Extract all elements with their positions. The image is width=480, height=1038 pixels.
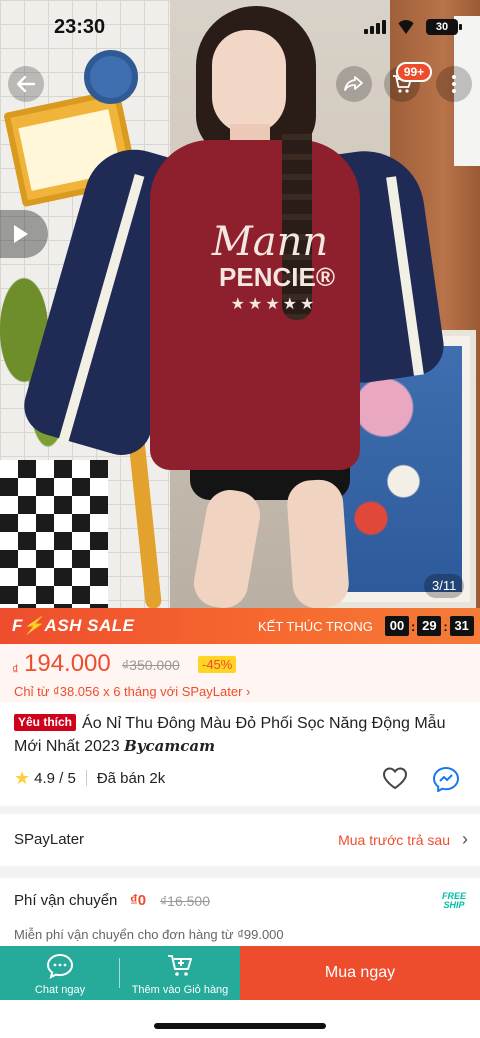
price-section: ₫ 194.000 ₫350.000 -45% Chỉ từ ₫38.056 x… <box>0 644 480 702</box>
rating-value: 4.9 / 5 <box>34 769 76 787</box>
arrow-left-icon <box>16 75 36 93</box>
flash-sale-ends-label: KẾT THÚC TRONG <box>258 619 373 634</box>
countdown-timer: 00 : 29 : 31 <box>385 616 474 636</box>
add-cart-label: Thêm vào Giỏ hàng <box>131 984 229 996</box>
buy-now-button[interactable]: Mua ngay <box>240 946 480 1000</box>
action-divider <box>119 958 120 988</box>
add-cart-icon <box>168 955 192 976</box>
more-button[interactable] <box>436 66 472 102</box>
battery-icon: 30 <box>426 19 462 35</box>
photo-checker-table <box>0 460 108 608</box>
timer-hours: 00 <box>385 616 409 636</box>
photo-leg-right <box>285 478 351 608</box>
chat-icon <box>46 953 74 979</box>
favorite-badge: Yêu thích <box>14 714 77 731</box>
section-gap <box>0 866 480 878</box>
chevron-right-icon: › <box>462 829 468 849</box>
price-currency: ₫ <box>12 662 19 677</box>
chat-label: Chat ngay <box>34 984 86 996</box>
wifi-icon <box>396 20 416 34</box>
signal-icon <box>364 20 386 34</box>
status-time: 23:30 <box>54 16 106 38</box>
heart-icon[interactable] <box>382 766 408 790</box>
freeship-badge: FREE SHIP <box>442 891 467 910</box>
back-button[interactable] <box>8 66 44 102</box>
product-page: Mann PENCIE® ★★★★★ 23:30 30 99+ 3/11 F⚡A… <box>0 0 480 1038</box>
product-title: Yêu thích Áo Nỉ Thu Đông Màu Đỏ Phối Sọc … <box>14 712 470 758</box>
home-indicator[interactable] <box>154 1023 326 1029</box>
more-dots-icon <box>452 75 456 93</box>
brand-name: Bycamcam <box>124 737 215 755</box>
shipping-original-price: ₫16.500 <box>160 893 211 909</box>
timer-minutes: 29 <box>417 616 442 636</box>
flash-sale-bar[interactable]: F⚡ASH SALE KẾT THÚC TRONG 00 : 29 : 31 <box>0 608 480 644</box>
flash-sale-title: F⚡ASH SALE <box>12 616 135 635</box>
play-video-button[interactable] <box>0 210 48 258</box>
sold-count: Đã bán 2k <box>96 769 166 787</box>
messenger-share-icon[interactable] <box>432 766 460 792</box>
timer-seconds: 31 <box>449 616 474 636</box>
installment-link[interactable]: Chỉ từ ₫38.056 x 6 tháng với SPayLater › <box>14 684 250 699</box>
photo-leg-left <box>190 486 264 608</box>
status-bar: 23:30 30 <box>0 0 480 56</box>
status-icons: 30 <box>364 19 462 35</box>
image-counter: 3/11 <box>424 574 465 598</box>
bottom-action-bar: Chat ngay Thêm vào Giỏ hàng Mua ngay <box>0 946 480 1000</box>
share-icon <box>344 76 363 91</box>
product-title-text: Áo Nỉ Thu Đông Màu Đỏ Phối Sọc Năng Động… <box>14 715 446 755</box>
star-icon: ★ <box>14 767 31 788</box>
rating-row[interactable]: ★ 4.9 / 5 Đã bán 2k <box>14 766 165 790</box>
spaylater-label: SPayLater <box>14 831 85 848</box>
section-gap <box>0 806 480 814</box>
spaylater-cta: Mua trước trả sau <box>338 832 450 848</box>
sweater-print-sub: PENCIE® <box>219 262 335 292</box>
shipping-price: ₫0 <box>130 892 147 909</box>
cart-count-badge: 99+ <box>396 62 432 82</box>
photo-lamp-joint <box>84 50 138 104</box>
share-button[interactable] <box>336 66 372 102</box>
chat-now-button[interactable]: Chat ngay <box>0 946 120 1000</box>
add-to-cart-button[interactable]: Thêm vào Giỏ hàng <box>120 946 240 1000</box>
shipping-note: Miễn phí vận chuyển cho đơn hàng từ ₫99.… <box>14 927 284 942</box>
shipping-label: Phí vận chuyển <box>14 892 118 909</box>
discount-badge: -45% <box>198 656 237 673</box>
current-price: 194.000 <box>24 650 111 677</box>
shipping-row[interactable]: Phí vận chuyển ₫0 ₫16.500 FREE SHIP Miễn… <box>0 878 480 948</box>
sweater-print-main: Mann <box>211 219 329 265</box>
sweater-print-stars: ★★★★★ <box>230 296 318 313</box>
original-price: ₫350.000 <box>122 657 180 673</box>
play-icon <box>14 225 28 243</box>
spaylater-row[interactable]: SPayLater Mua trước trả sau › <box>0 814 480 866</box>
divider <box>85 770 87 786</box>
